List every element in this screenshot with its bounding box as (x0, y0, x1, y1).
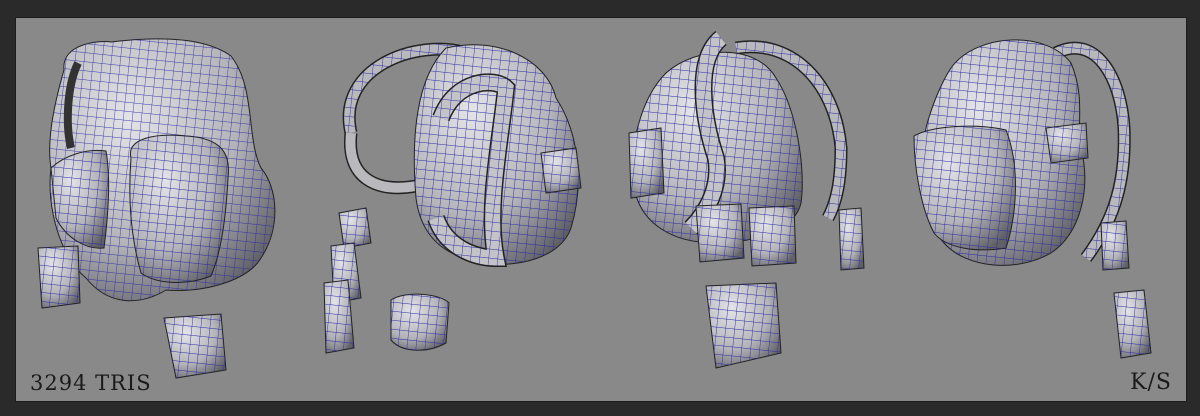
backpack-back-side-view (323, 42, 582, 354)
artist-signature: K/S (1130, 370, 1172, 395)
backpack-side-view (913, 39, 1152, 359)
backpack-front-view (37, 38, 276, 379)
backpack-back-view (628, 30, 865, 369)
wireframe-render (37, 30, 1152, 379)
render-frame: 3294 TRIS K/S (0, 0, 1200, 416)
triangle-count-label: 3294 TRIS (30, 371, 152, 395)
render-viewport: 3294 TRIS K/S (15, 17, 1187, 402)
